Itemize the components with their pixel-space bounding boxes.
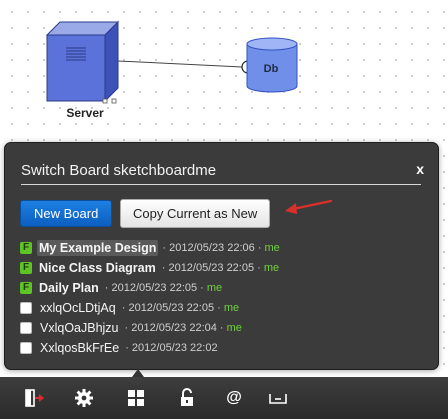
server-label: Server xyxy=(66,106,104,120)
bottom-toolbar: @ xyxy=(0,377,448,419)
switch-board-dialog: Switch Board sketchboardme x New Board C… xyxy=(4,142,439,370)
design-name[interactable]: VxlqOaJBhjzu xyxy=(38,320,121,336)
connector-line[interactable] xyxy=(117,60,243,68)
design-date: · 2012/05/23 22:05 · xyxy=(161,262,261,274)
design-list: F My Example Design · 2012/05/23 22:06 · me… xyxy=(20,238,430,358)
grid-icon[interactable] xyxy=(116,377,156,419)
design-row[interactable]: VxlqOaJBhjzu · 2012/05/23 22:04 · me xyxy=(20,318,430,338)
new-board-button[interactable]: New Board xyxy=(20,200,113,227)
design-name[interactable]: My Example Design xyxy=(37,240,159,256)
design-row[interactable]: F Nice Class Diagram · 2012/05/23 22:05 · m… xyxy=(20,258,430,278)
copy-current-button[interactable]: Copy Current as New xyxy=(120,199,271,228)
design-name[interactable]: xxlqOcLDtjAq xyxy=(38,300,118,316)
design-owner[interactable]: me xyxy=(207,282,222,294)
design-owner[interactable]: me xyxy=(227,322,242,334)
design-owner[interactable]: me xyxy=(264,262,279,274)
exit-icon[interactable] xyxy=(14,377,54,419)
checkbox-icon[interactable] xyxy=(20,322,32,334)
design-row[interactable]: F My Example Design · 2012/05/23 22:06 · me xyxy=(20,238,430,258)
server-shape[interactable] xyxy=(45,20,120,103)
gear-icon[interactable] xyxy=(64,377,104,419)
design-date: · 2012/05/23 22:06 · xyxy=(162,242,262,254)
lock-icon[interactable] xyxy=(167,377,207,419)
annotation-arrow-icon xyxy=(285,199,333,214)
toolbar-pointer xyxy=(132,369,144,377)
flag-f-icon[interactable]: F xyxy=(20,282,32,294)
design-name[interactable]: Daily Plan xyxy=(37,280,101,296)
design-owner[interactable]: me xyxy=(224,302,239,314)
design-row[interactable]: F Daily Plan · 2012/05/23 22:05 · me xyxy=(20,278,430,298)
design-name[interactable]: XxlqosBkFrEe xyxy=(38,340,121,356)
tray-icon[interactable] xyxy=(258,377,298,419)
at-icon[interactable]: @ xyxy=(214,377,254,419)
design-date: · 2012/05/23 22:05 · xyxy=(121,302,221,314)
flag-f-icon[interactable]: F xyxy=(20,242,32,254)
design-name[interactable]: Nice Class Diagram xyxy=(37,260,158,276)
close-button[interactable]: x xyxy=(416,161,424,177)
design-row[interactable]: XxlqosBkFrEe · 2012/05/23 22:02 xyxy=(20,338,430,358)
design-date: · 2012/05/23 22:04 · xyxy=(124,322,224,334)
checkbox-icon[interactable] xyxy=(20,342,32,354)
design-owner[interactable]: me xyxy=(264,242,279,254)
checkbox-icon[interactable] xyxy=(20,302,32,314)
design-date: · 2012/05/23 22:05 · xyxy=(104,282,204,294)
design-date: · 2012/05/23 22:02 xyxy=(125,342,218,354)
db-label: Db xyxy=(263,63,279,75)
design-row[interactable]: xxlqOcLDtjAq · 2012/05/23 22:05 · me xyxy=(20,298,430,318)
dialog-title: Switch Board sketchboardme xyxy=(21,162,421,185)
flag-f-icon[interactable]: F xyxy=(20,262,32,274)
